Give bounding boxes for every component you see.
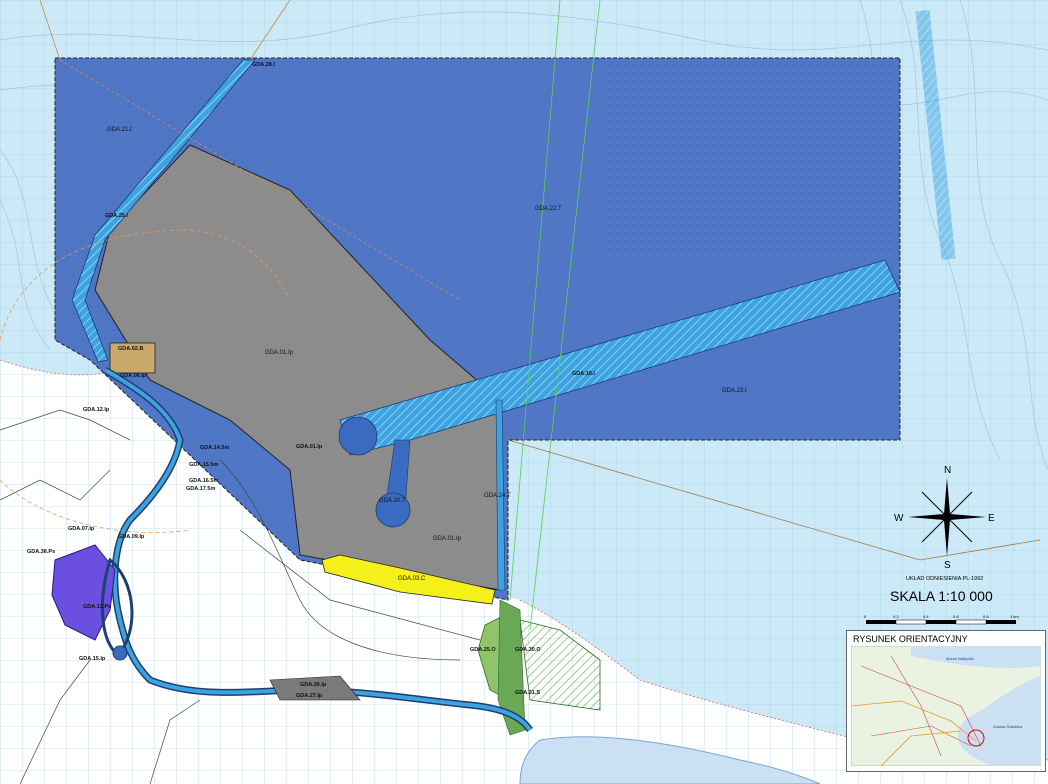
label-gda-24t: GDA.24.T — [484, 493, 511, 499]
label-gda-30o: GDA.30.O — [515, 647, 541, 653]
label-gda-25o: GDA.25.O — [470, 647, 496, 653]
compass-needles — [908, 478, 986, 556]
label-gda-16-5m: GDA.16.5m — [189, 478, 218, 484]
inset-bay-label: Zatoka Gdańska — [993, 724, 1023, 729]
scale-tick-1: 0.2 — [893, 614, 899, 619]
label-gda-13ps: GDA.13.Ps — [83, 604, 111, 610]
label-gda-14-5m: GDA.14.5m — [200, 445, 229, 451]
scale-label: SKALA 1:10 000 — [890, 588, 993, 604]
label-gda-31s: GDA.31.S — [515, 690, 540, 696]
zone-dotted-anchorage — [603, 62, 898, 257]
compass-n-label: N — [944, 465, 951, 476]
scale-tick-4: 0.8 — [983, 614, 989, 619]
label-gda-03c: GDA.03.C — [398, 576, 426, 582]
compass-w-label: W — [894, 513, 904, 524]
turning-basin-2 — [338, 416, 378, 456]
crs-label: UKŁAD ODNIESIENIA PL-1992 — [906, 576, 983, 582]
scale-tick-2: 0.4 — [923, 614, 929, 619]
inset-map: Morze Bałtyckie Zatoka Gdańska — [851, 646, 1041, 766]
label-gda-01ip-b: GDA.01.Ip — [433, 536, 462, 542]
scale-bar — [866, 619, 1016, 625]
label-gda-19i: GDA.19.I — [572, 371, 595, 377]
label-gda-09ip: GDA.09.Ip — [118, 534, 145, 540]
inset-title: RYSUNEK ORIENTACYJNY — [853, 634, 968, 644]
label-gda-26ip: GDA.26.Ip — [300, 682, 327, 688]
orientation-inset: RYSUNEK ORIENTACYJNY Morze Bałtyckie Zat… — [846, 630, 1046, 772]
label-gda-22t: GDA.22.T — [535, 206, 562, 212]
label-gda-23i: GDA.23.I — [722, 388, 747, 394]
label-gda-07ip: GDA.07.Ip — [68, 526, 95, 532]
label-gda-28i: GDA.28.I — [252, 62, 275, 68]
label-gda-12ip: GDA.12.Ip — [83, 407, 110, 413]
canal-junction — [112, 645, 128, 661]
inset-sea-label: Morze Bałtyckie — [946, 656, 975, 661]
label-gda-15ip: GDA.15.Ip — [79, 656, 106, 662]
label-gda-20t: GDA.20.T — [379, 498, 406, 504]
scale-block: UKŁAD ODNIESIENIA PL-1992 SKALA 1:10 000… — [864, 576, 1019, 625]
label-gda-17-5m: GDA.17.5m — [186, 486, 215, 492]
label-gda-01ip-a: GDA.01.Ip — [265, 350, 294, 356]
label-gda-21i: GDA.21.I — [107, 127, 132, 133]
label-gda-06ip: GDA.06.Ip — [120, 373, 147, 379]
label-gda-01ip-c: GDA.01.Ip — [296, 444, 323, 450]
label-gda-25i: GDA.25.I — [105, 213, 128, 219]
compass-rose: N S E W — [894, 465, 995, 571]
compass-e-label: E — [988, 513, 995, 524]
scale-tick-3: 0.6 — [953, 614, 959, 619]
label-gda-27ip: GDA.27.Ip — [296, 693, 323, 699]
scale-tick-0: 0 — [864, 614, 867, 619]
label-gda-15-5m: GDA.15.5m — [189, 462, 218, 468]
scale-tick-5: 1 km — [1010, 614, 1019, 619]
label-gda-02b: GDA.02.B — [118, 346, 143, 352]
label-gda-36ps: GDA.36.Ps — [27, 549, 55, 555]
